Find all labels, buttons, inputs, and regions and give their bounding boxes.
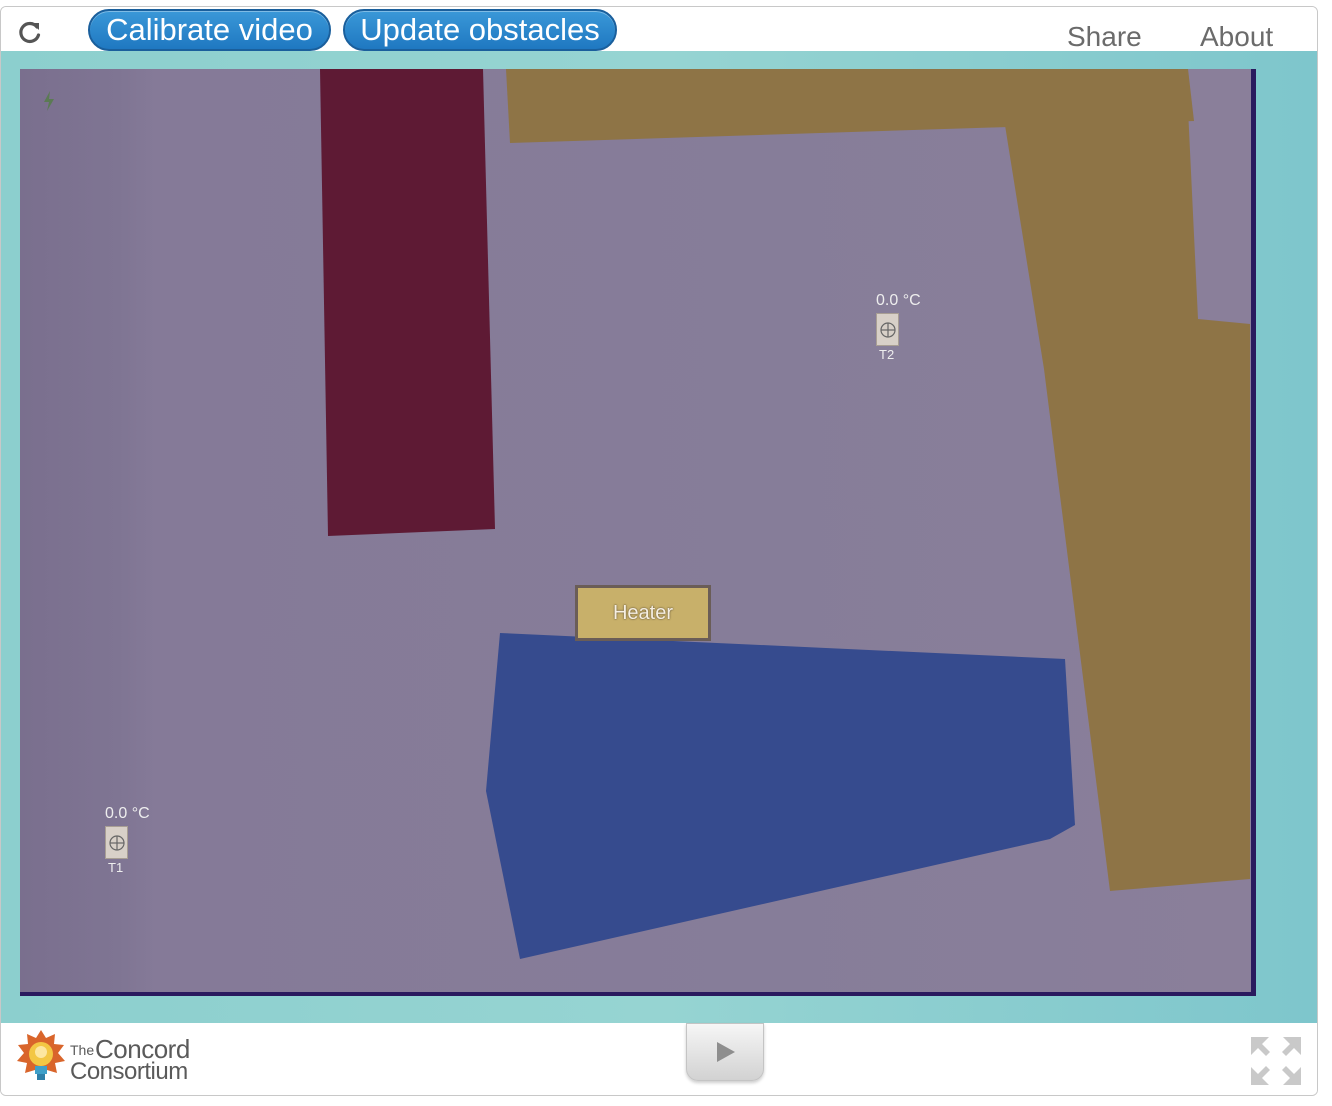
crosshair-icon[interactable] (105, 826, 128, 859)
blue-obstacle (486, 633, 1075, 959)
play-button[interactable] (686, 1023, 764, 1081)
update-obstacles-button[interactable]: Update obstacles (343, 9, 617, 51)
bottom-toolbar: The Concord Consortium (1, 1023, 1317, 1095)
app-window: Calibrate video Update obstacles Share A… (0, 6, 1318, 1096)
heater[interactable]: Heater (575, 585, 711, 641)
sensor-reading: 0.0 °C (105, 805, 150, 822)
top-toolbar: Calibrate video Update obstacles Share A… (1, 7, 1317, 53)
video-view[interactable]: 0.0 °C T2 0.0 °C T1 Heater (20, 69, 1256, 996)
sensor-label: T1 (108, 860, 124, 875)
obstacle-layer (320, 69, 1250, 959)
sensor-t2[interactable]: 0.0 °C T2 (876, 292, 946, 362)
fullscreen-icon[interactable] (1249, 1035, 1303, 1087)
crosshair-icon[interactable] (876, 313, 899, 346)
sensor-t1[interactable]: 0.0 °C T1 (105, 805, 175, 875)
about-link[interactable]: About (1200, 21, 1273, 53)
power-icon (42, 91, 56, 111)
lightbulb-icon (17, 1030, 65, 1080)
logo-consortium: Consortium (70, 1058, 188, 1085)
sensor-label: T2 (879, 347, 895, 362)
reload-icon[interactable] (17, 19, 43, 45)
red-obstacle (320, 69, 495, 536)
play-icon (717, 1042, 735, 1062)
calibrate-video-button[interactable]: Calibrate video (88, 9, 331, 51)
logo-the: The (70, 1042, 95, 1058)
concord-consortium-logo[interactable]: The Concord Consortium (15, 1028, 215, 1088)
sensor-reading: 0.0 °C (876, 292, 921, 309)
simulation-stage: 0.0 °C T2 0.0 °C T1 Heater (1, 51, 1317, 1023)
share-link[interactable]: Share (1067, 21, 1142, 53)
